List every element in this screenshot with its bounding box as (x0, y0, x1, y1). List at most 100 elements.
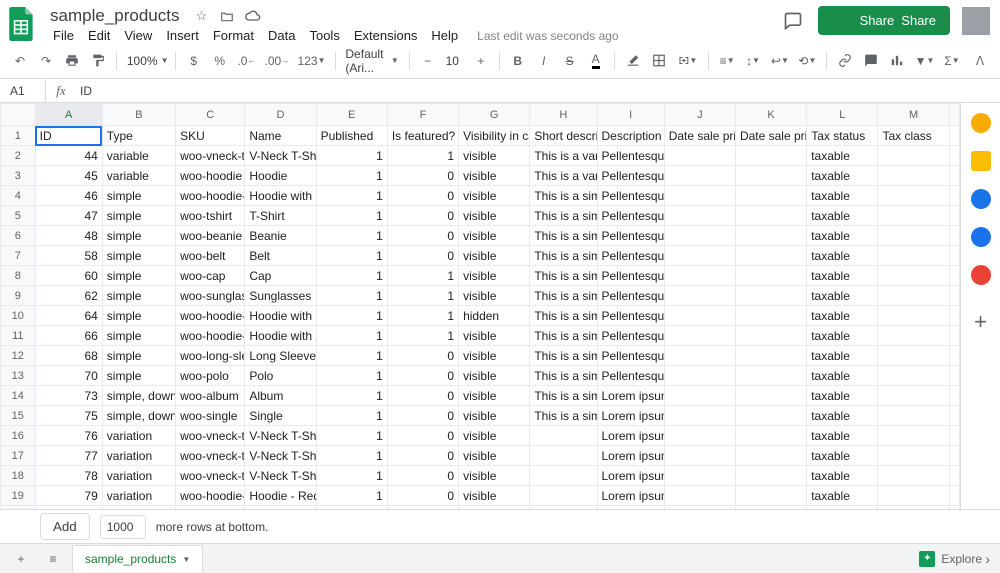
cell[interactable]: Sunglasses (245, 286, 316, 306)
cell[interactable] (878, 466, 949, 486)
cell[interactable]: 1 (316, 366, 387, 386)
cell[interactable]: 0 (387, 226, 458, 246)
tasks-icon[interactable] (971, 189, 991, 209)
chart-button[interactable] (885, 48, 909, 74)
cell[interactable] (530, 426, 597, 446)
cell[interactable] (878, 146, 949, 166)
cell[interactable]: Pellentesque habitant morbi tristique se… (597, 206, 664, 226)
row-header[interactable]: 14 (1, 386, 36, 406)
cell[interactable]: visible (459, 386, 530, 406)
cell[interactable]: Hoodie with Logo (245, 186, 316, 206)
column-header-E[interactable]: E (316, 104, 387, 126)
cell[interactable]: visible (459, 346, 530, 366)
cell[interactable]: 44 (35, 146, 102, 166)
cell[interactable] (878, 386, 949, 406)
cell[interactable]: 1 (316, 246, 387, 266)
cell[interactable]: Pellentesque habitant morbi tristique se… (597, 306, 664, 326)
cell[interactable]: Tax class (878, 126, 949, 146)
row-header[interactable]: 13 (1, 366, 36, 386)
cell[interactable]: visible (459, 246, 530, 266)
row-header[interactable]: 6 (1, 226, 36, 246)
cell[interactable]: Tax status (807, 126, 878, 146)
row-header[interactable]: 11 (1, 326, 36, 346)
formula-input[interactable]: ID (76, 84, 1000, 98)
cell[interactable]: 45 (35, 166, 102, 186)
cell[interactable]: Published (316, 126, 387, 146)
cell[interactable]: Lorem ipsum dolor sit amet, consectetur … (597, 406, 664, 426)
cell[interactable] (735, 286, 806, 306)
font-select[interactable]: Default (Ari...▼ (341, 47, 402, 75)
cell[interactable]: Hoodie - Red, N (245, 486, 316, 506)
cell[interactable]: taxable (807, 246, 878, 266)
cell[interactable]: 0 (387, 406, 458, 426)
cell[interactable]: woo-cap (176, 266, 245, 286)
cell[interactable]: 1 (316, 306, 387, 326)
format-percent-button[interactable]: % (208, 48, 232, 74)
row-header[interactable]: 17 (1, 446, 36, 466)
add-rows-count-input[interactable] (100, 515, 146, 539)
cell[interactable]: taxable (807, 486, 878, 506)
cell[interactable] (664, 346, 735, 366)
cell[interactable]: This is a simple (530, 286, 597, 306)
cell[interactable]: simple (102, 366, 175, 386)
cell[interactable]: 1 (316, 486, 387, 506)
all-sheets-button[interactable]: ≡ (40, 546, 66, 572)
cell[interactable] (664, 186, 735, 206)
cell[interactable]: 1 (316, 226, 387, 246)
cell[interactable]: Pellentesque habitant morbi tristique se… (597, 186, 664, 206)
side-panel-collapse[interactable]: › (985, 551, 990, 567)
cell[interactable]: 1 (316, 406, 387, 426)
cell[interactable]: 60 (35, 266, 102, 286)
cell[interactable]: 77 (35, 446, 102, 466)
cell[interactable] (530, 486, 597, 506)
rotate-button[interactable]: ⟲▼ (795, 48, 820, 74)
cell[interactable]: Short description (530, 126, 597, 146)
cell[interactable]: simple (102, 326, 175, 346)
add-rows-button[interactable]: Add (40, 513, 90, 540)
column-header-I[interactable]: I (597, 104, 664, 126)
cell[interactable]: woo-hoodie-with (176, 326, 245, 346)
cell[interactable]: This is a simple (530, 326, 597, 346)
keep-icon[interactable] (971, 151, 991, 171)
cell[interactable]: 0 (387, 446, 458, 466)
cell[interactable]: woo-long-sleeve (176, 346, 245, 366)
cell[interactable]: 1 (316, 326, 387, 346)
cell[interactable]: 73 (35, 386, 102, 406)
cell[interactable] (664, 306, 735, 326)
addons-plus-icon[interactable]: + (974, 309, 987, 335)
account-avatar[interactable] (962, 7, 990, 35)
cell[interactable] (735, 166, 806, 186)
cell[interactable]: 1 (387, 306, 458, 326)
increase-decimals-button[interactable]: .00→ (261, 48, 292, 74)
cell[interactable] (735, 386, 806, 406)
undo-button[interactable]: ↶ (8, 48, 32, 74)
cell[interactable] (878, 346, 949, 366)
cell[interactable]: variable (102, 166, 175, 186)
cell[interactable]: V-Neck T-Shirt - (245, 426, 316, 446)
wrap-button[interactable]: ↩▼ (767, 48, 792, 74)
cell[interactable] (735, 246, 806, 266)
cell[interactable]: Single (245, 406, 316, 426)
menu-file[interactable]: File (46, 24, 81, 47)
cell[interactable]: 66 (35, 326, 102, 346)
cell[interactable]: visible (459, 406, 530, 426)
cell[interactable] (664, 366, 735, 386)
cell[interactable]: 1 (387, 146, 458, 166)
cell[interactable] (735, 266, 806, 286)
cell[interactable]: Lorem ipsum dolor sit amet, consectetur … (597, 386, 664, 406)
cell[interactable]: 76 (35, 426, 102, 446)
cell[interactable]: visible (459, 466, 530, 486)
cell[interactable]: 1 (316, 426, 387, 446)
valign-button[interactable]: ↕▼ (741, 48, 765, 74)
cell[interactable]: 0 (387, 246, 458, 266)
cell[interactable] (664, 406, 735, 426)
cell[interactable]: taxable (807, 266, 878, 286)
cell[interactable]: 1 (316, 286, 387, 306)
functions-button[interactable]: Σ▼ (940, 48, 964, 74)
cell[interactable]: Pellentesque habitant morbi tristique se… (597, 146, 664, 166)
cell[interactable]: visible (459, 206, 530, 226)
cell[interactable]: Name (245, 126, 316, 146)
cell[interactable] (735, 306, 806, 326)
italic-button[interactable]: I (532, 48, 556, 74)
cell[interactable]: simple (102, 246, 175, 266)
